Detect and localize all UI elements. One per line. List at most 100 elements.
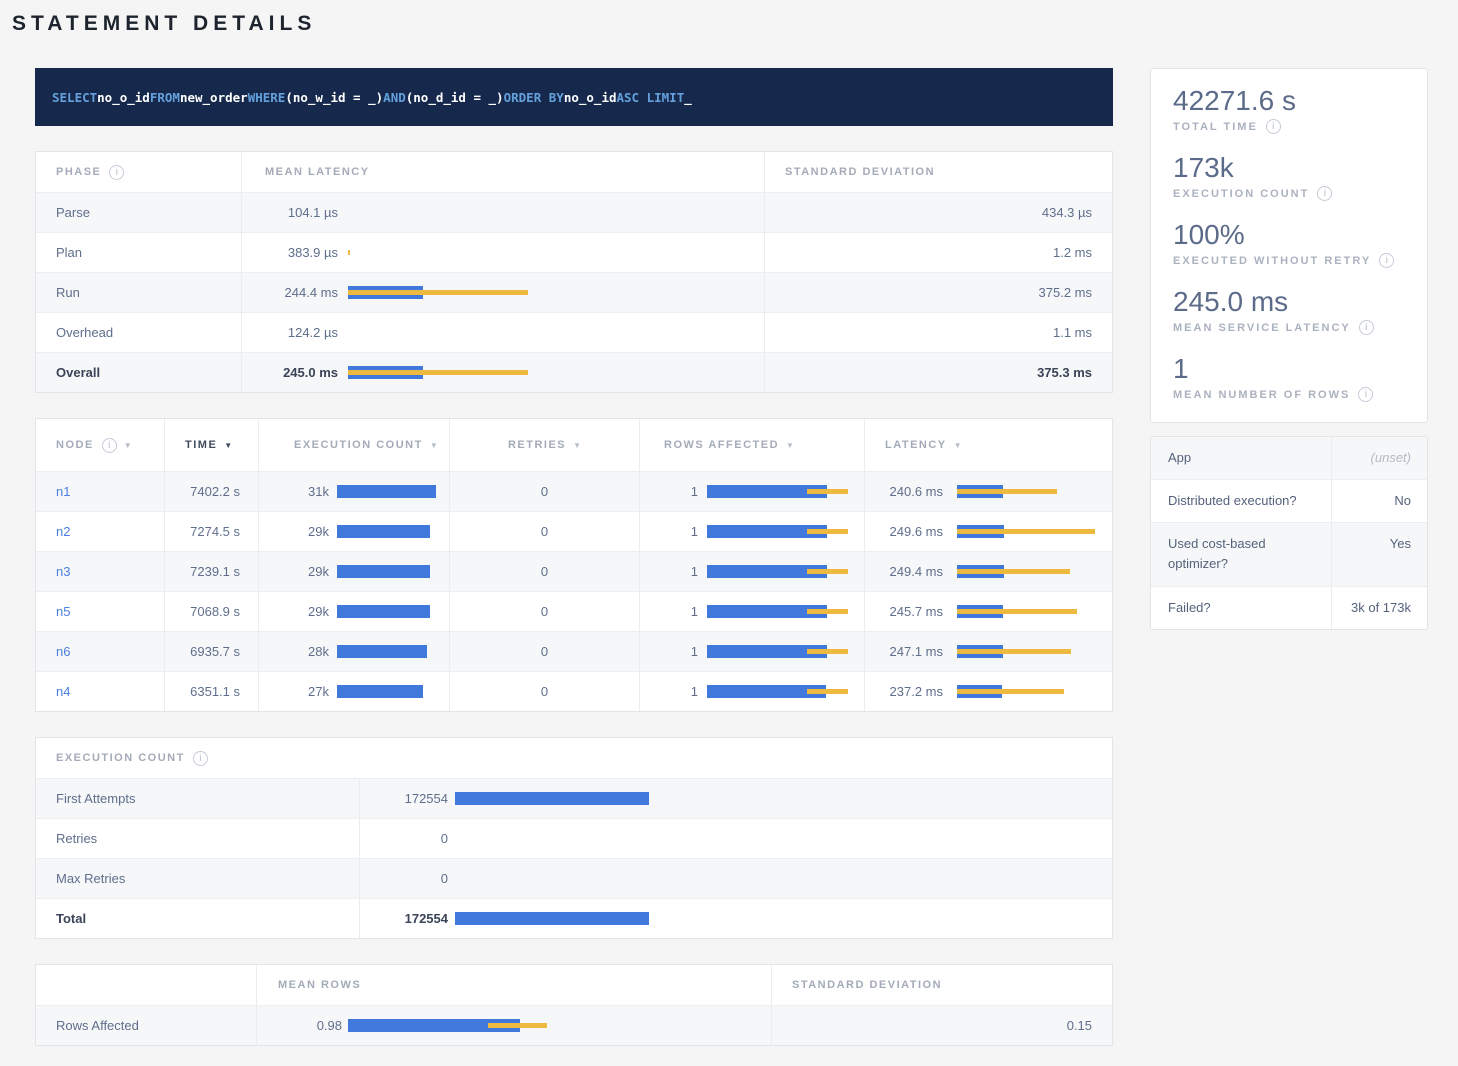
latency-cell: 237.2 ms — [864, 672, 1112, 711]
mean-bar — [337, 565, 430, 578]
rows-affected-bar — [707, 685, 854, 698]
fact-value: (unset) — [1331, 437, 1427, 479]
execution-count-bar — [455, 792, 682, 805]
rows-affected-cell: 1 — [639, 512, 864, 551]
stat-value: 42271.6 s — [1173, 83, 1405, 118]
execution-count-cell: 29k — [258, 552, 449, 591]
latency-value: 247.1 ms — [865, 644, 943, 659]
latency-cell: 249.6 ms — [864, 512, 1112, 551]
summary-stat: 100% EXECUTED WITHOUT RETRY — [1173, 217, 1405, 268]
execution-count-bar — [337, 645, 441, 658]
node-link[interactable]: n6 — [56, 644, 70, 659]
info-icon[interactable] — [102, 438, 117, 453]
node-link[interactable]: n1 — [56, 484, 70, 499]
info-icon[interactable] — [1317, 186, 1332, 201]
stat-value: 100% — [1173, 217, 1405, 252]
phase-name: Parse — [36, 193, 241, 232]
execution-count-row: Total172554 — [36, 898, 1112, 938]
execution-count-bar — [337, 525, 441, 538]
fact-value: 3k of 173k — [1331, 587, 1427, 629]
mean-rows-column-header: MEAN ROWS — [256, 965, 771, 1005]
sql-token: AND — [383, 90, 406, 105]
mean-bar — [455, 912, 649, 925]
rows-affected-value: 1 — [640, 564, 698, 579]
rows-affected-value: 1 — [640, 604, 698, 619]
latency-bar — [957, 565, 1100, 578]
sql-token: SELECT — [52, 90, 97, 105]
stddev-line — [957, 489, 1057, 494]
rows-affected-value: 1 — [640, 484, 698, 499]
rows-affected-empty-header — [36, 965, 256, 1005]
node-link[interactable]: n4 — [56, 684, 70, 699]
execution-count-section-label: EXECUTION COUNT — [56, 752, 185, 764]
phase-row: Parse104.1 µs 434.3 µs — [36, 192, 1112, 232]
execution-count-row-label: Retries — [36, 819, 359, 858]
time-value: 7068.9 s — [164, 592, 258, 631]
stddev-line — [807, 489, 848, 494]
mean-latency-value: 104.1 µs — [242, 205, 338, 220]
sql-token: ORDER BY — [504, 90, 564, 105]
execution-count-value-cell: 0 — [359, 819, 1112, 858]
phase-table-header: PHASE MEAN LATENCY STANDARD DEVIATION — [36, 152, 1112, 192]
execution-count-header-label: EXECUTION COUNT — [294, 439, 423, 451]
stat-label: MEAN NUMBER OF ROWS — [1173, 387, 1405, 402]
sql-token: WHERE — [248, 90, 286, 105]
info-icon[interactable] — [1358, 387, 1373, 402]
phase-row: Overhead124.2 µs1.1 ms — [36, 312, 1112, 352]
stat-label: EXECUTION COUNT — [1173, 186, 1405, 201]
stddev-line — [807, 569, 848, 574]
mean-latency-value: 244.4 ms — [242, 285, 338, 300]
mean-latency-header-label: MEAN LATENCY — [265, 166, 370, 178]
time-header-label: TIME — [185, 439, 217, 451]
mean-latency-value: 124.2 µs — [242, 325, 338, 340]
sql-token: (no_w_id = _) — [285, 90, 383, 105]
execution-count-table: EXECUTION COUNT First Attempts172554Retr… — [35, 737, 1113, 939]
rows-affected-cell: 1 — [639, 632, 864, 671]
mean-bar — [455, 792, 649, 805]
phase-name: Plan — [36, 233, 241, 272]
latency-bar — [957, 525, 1100, 538]
node-link[interactable]: n3 — [56, 564, 70, 579]
stddev-line — [957, 649, 1071, 654]
std-dev-value: 434.3 µs — [764, 193, 1112, 232]
time-column-header[interactable]: TIME — [164, 419, 258, 471]
execution-count-cell: 27k — [258, 672, 449, 711]
node-column-header[interactable]: NODE — [36, 419, 164, 471]
rows-affected-bar — [707, 485, 854, 498]
rows-affected-column-header[interactable]: ROWS AFFECTED — [639, 419, 864, 471]
std-dev-value: 1.1 ms — [764, 313, 1112, 352]
stat-label-text: EXECUTED WITHOUT RETRY — [1173, 255, 1371, 267]
execution-count-column-header[interactable]: EXECUTION COUNT — [258, 419, 449, 471]
fact-label: Distributed execution? — [1151, 480, 1331, 522]
info-icon[interactable] — [1359, 320, 1374, 335]
info-icon[interactable] — [193, 751, 208, 766]
execution-count-cell: 31k — [258, 472, 449, 511]
latency-bar — [348, 246, 748, 259]
execution-count-bar — [337, 605, 441, 618]
time-value: 7239.1 s — [164, 552, 258, 591]
time-value: 7402.2 s — [164, 472, 258, 511]
stat-label: MEAN SERVICE LATENCY — [1173, 320, 1405, 335]
sort-arrow-icon — [430, 441, 438, 450]
retries-column-header[interactable]: RETRIES — [449, 419, 639, 471]
info-icon[interactable] — [1379, 253, 1394, 268]
latency-column-header[interactable]: LATENCY — [864, 419, 1112, 471]
rows-affected-value: 1 — [640, 524, 698, 539]
mean-latency-cell: 245.0 ms — [241, 353, 764, 392]
info-icon[interactable] — [109, 165, 124, 180]
retries-value: 0 — [449, 592, 639, 631]
mean-latency-cell: 104.1 µs — [241, 193, 764, 232]
node-link[interactable]: n5 — [56, 604, 70, 619]
node-link[interactable]: n2 — [56, 524, 70, 539]
fact-label: Used cost-based optimizer? — [1151, 523, 1331, 585]
page-title: STATEMENT DETAILS — [12, 12, 1428, 36]
mean-rows-cell: 0.98 — [256, 1006, 771, 1045]
info-icon[interactable] — [1266, 119, 1281, 134]
stddev-line — [957, 569, 1070, 574]
fact-value: Yes — [1331, 523, 1427, 585]
execution-count-row-label: Total — [36, 899, 359, 938]
latency-value: 245.7 ms — [865, 604, 943, 619]
rows-affected-value: 1 — [640, 644, 698, 659]
summary-stats-card: 42271.6 sTOTAL TIME173kEXECUTION COUNT10… — [1150, 68, 1428, 423]
rows-affected-table: MEAN ROWS STANDARD DEVIATION Rows Affect… — [35, 964, 1113, 1046]
